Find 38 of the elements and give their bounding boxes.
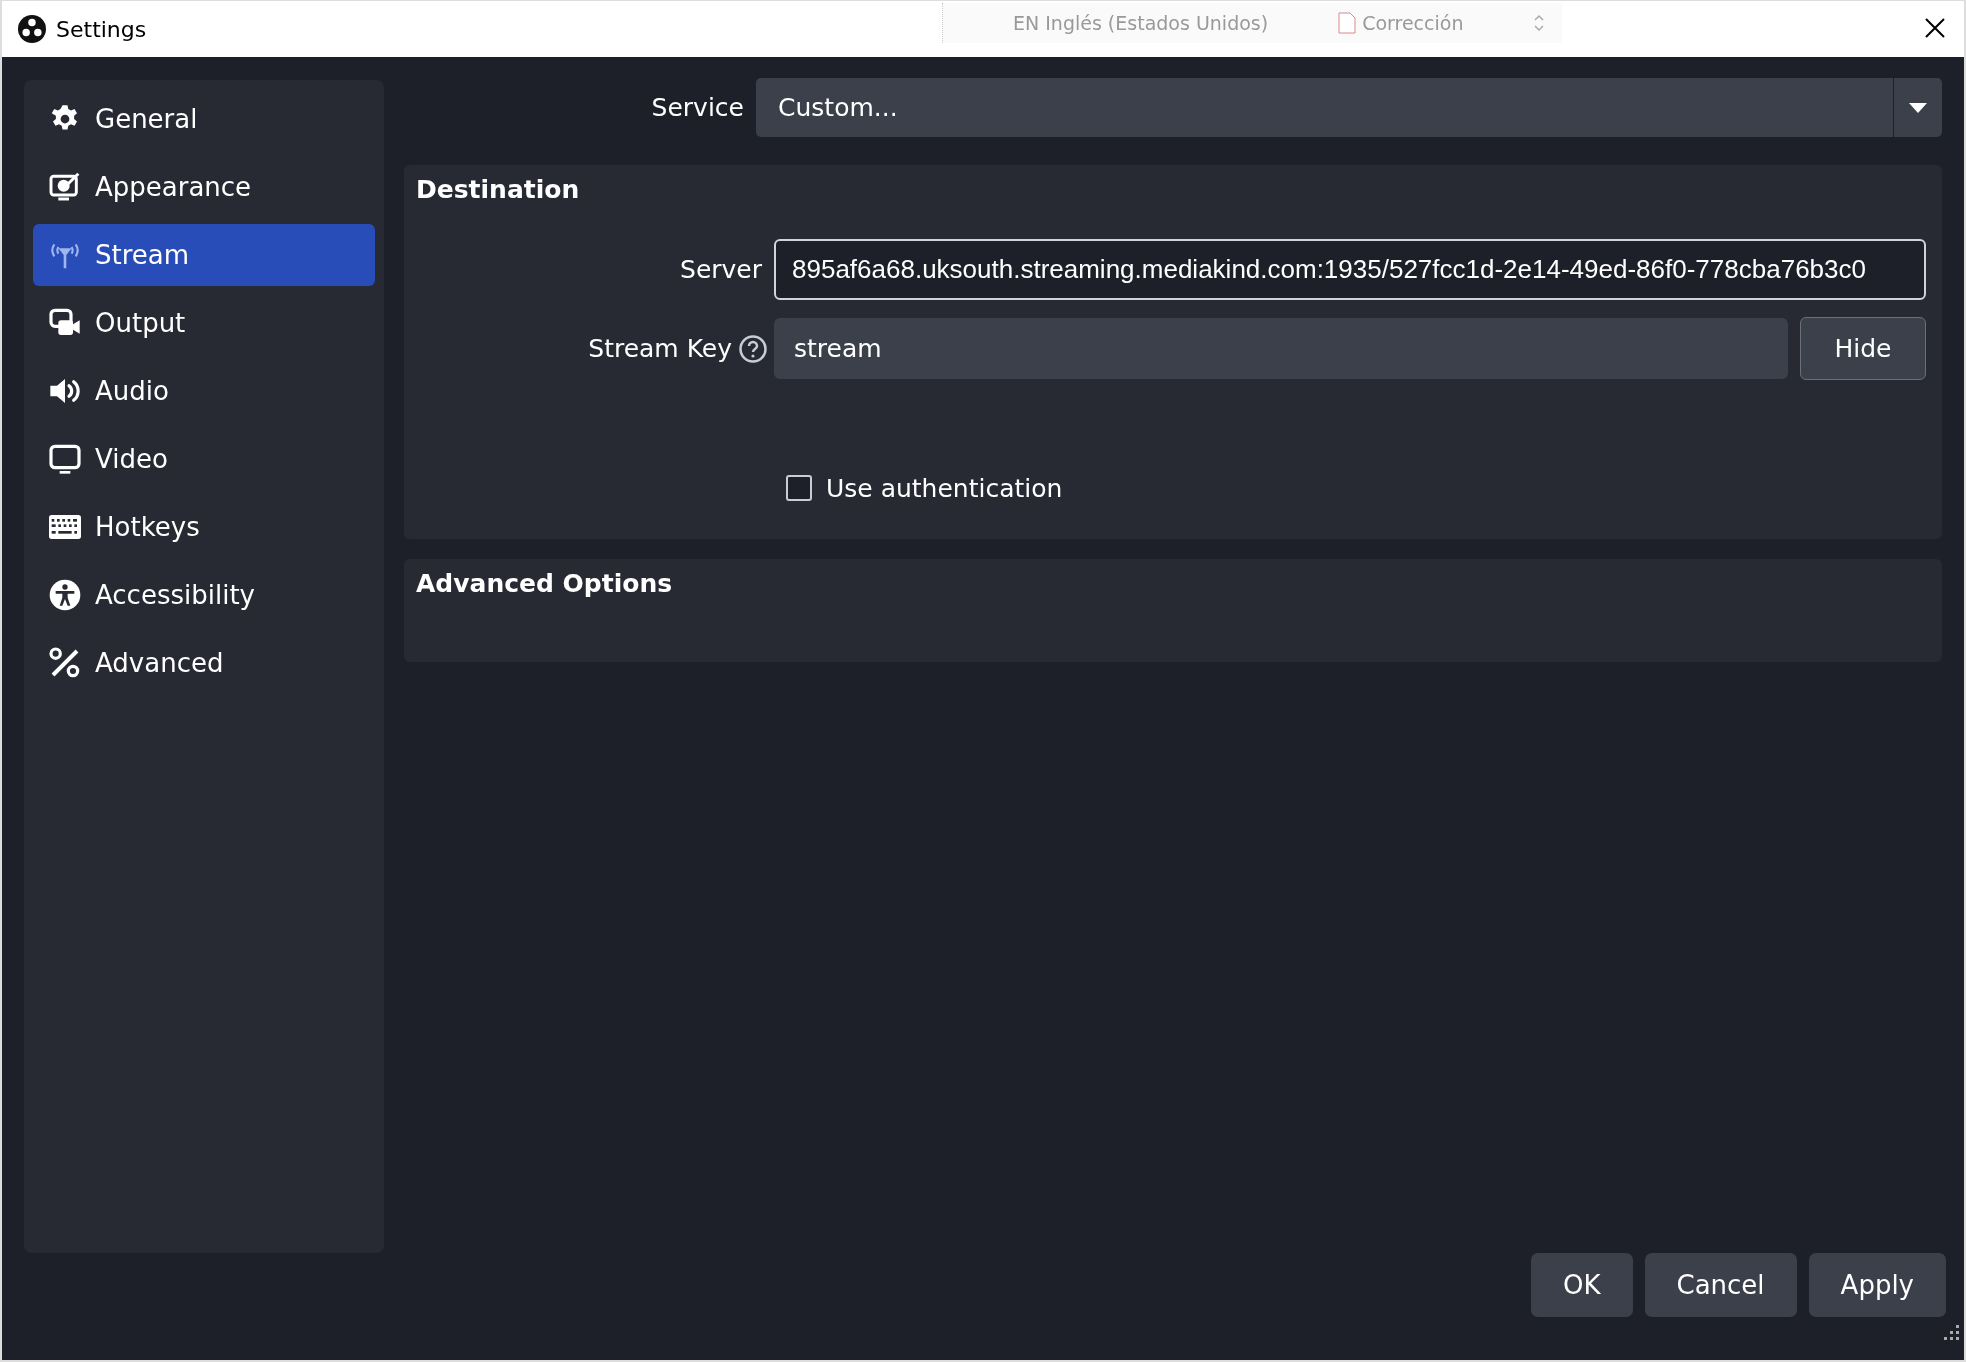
sidebar-item[interactable]: General xyxy=(33,88,375,150)
server-label: Server xyxy=(679,255,763,284)
monitor-brush-icon xyxy=(49,171,81,203)
stream-key-field[interactable]: stream xyxy=(774,318,1788,379)
service-label: Service xyxy=(650,93,745,122)
dialog-button[interactable]: OK xyxy=(1531,1253,1633,1317)
section-heading: Destination xyxy=(416,175,581,206)
document-icon xyxy=(1338,12,1357,34)
monitor-icon xyxy=(49,444,81,474)
dialog-button[interactable]: Cancel xyxy=(1644,1253,1797,1317)
checkbox-label: Use authentication xyxy=(826,473,1063,503)
camera-icon xyxy=(49,308,81,338)
service-dropdown[interactable]: Custom... xyxy=(756,78,1942,137)
section-heading: Advanced Options xyxy=(416,569,674,600)
accessibility-icon xyxy=(49,579,81,611)
hide-button[interactable]: Hide xyxy=(1800,317,1926,380)
dropdown-arrow-icon xyxy=(1909,102,1927,113)
resize-grip-icon xyxy=(1944,1325,1960,1341)
sidebar-item[interactable]: Appearance xyxy=(33,156,375,218)
dialog-button[interactable]: Apply xyxy=(1808,1253,1946,1317)
sidebar-item[interactable]: Audio xyxy=(33,360,375,422)
sidebar-item[interactable]: Advanced xyxy=(33,632,375,694)
keyboard-icon xyxy=(49,514,81,540)
sidebar-item[interactable]: Output xyxy=(33,292,375,354)
window-title: Settings xyxy=(56,16,147,42)
sidebar-item[interactable]: Accessibility xyxy=(33,564,375,626)
app-logo-icon xyxy=(18,15,46,43)
sidebar-item[interactable]: Hotkeys xyxy=(33,496,375,558)
server-field[interactable]: 895af6a68.uksouth.streaming.mediakind.com:1935/527fcc1d-2e14-49ed-86f0-778cba76b3c0 xyxy=(774,239,1926,300)
sidebar-item[interactable]: Video xyxy=(33,428,375,490)
stream-key-label: Stream Key xyxy=(588,334,732,363)
speaker-icon xyxy=(49,376,81,406)
help-icon[interactable] xyxy=(738,333,768,364)
checkbox[interactable] xyxy=(786,475,812,501)
sidebar-item[interactable]: Stream xyxy=(33,224,375,286)
scroll-arrows-icon xyxy=(1533,13,1546,33)
language-indicator: EN Inglés (Estados Unidos) xyxy=(1013,12,1269,34)
proofing-tool-label: Corrección xyxy=(1362,12,1464,34)
